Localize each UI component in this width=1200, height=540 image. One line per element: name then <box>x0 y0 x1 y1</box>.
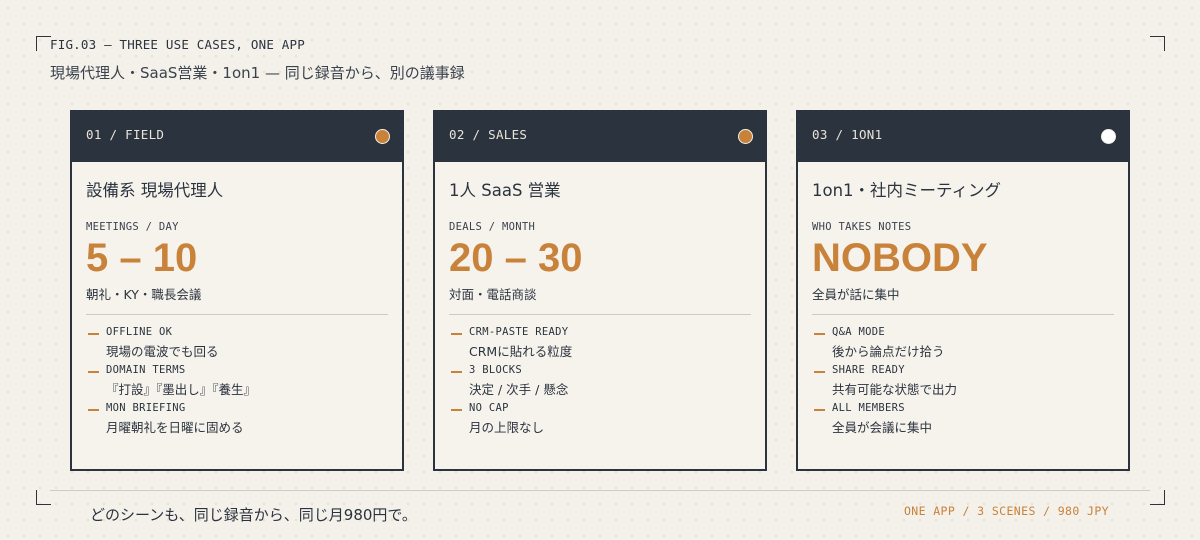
frame-corner-bottom-left <box>36 490 51 505</box>
card-tag: 03 / 1ON1 <box>812 127 883 142</box>
footer-divider <box>50 490 1150 491</box>
frame-corner-top-right <box>1150 36 1165 51</box>
feature-value: 全員が会議に集中 <box>832 420 933 435</box>
feature-value: 『打設』『墨出し』『養生』 <box>106 382 257 397</box>
feature-key: SHARE READY <box>832 364 905 376</box>
feature-value: CRMに貼れる粒度 <box>469 344 573 359</box>
card-title: 設備系 現場代理人 <box>86 181 224 200</box>
feature-item: OFFLINE OK 現場の電波でも回る <box>86 326 388 364</box>
feature-key: Q&A MODE <box>832 326 885 338</box>
feature-key: ALL MEMBERS <box>832 402 905 414</box>
feature-key: DOMAIN TERMS <box>106 364 186 376</box>
divider <box>812 314 1114 315</box>
feature-list: Q&A MODE 後から論点だけ拾う SHARE READY 共有可能な状態で出… <box>812 326 1114 440</box>
feature-list: OFFLINE OK 現場の電波でも回る DOMAIN TERMS 『打設』『墨… <box>86 326 388 440</box>
frame-corner-top-left <box>36 36 51 51</box>
status-dot-icon <box>738 129 753 144</box>
feature-item: DOMAIN TERMS 『打設』『墨出し』『養生』 <box>86 364 388 402</box>
feature-value: 月の上限なし <box>469 420 545 435</box>
dash-icon <box>88 333 99 335</box>
feature-item: SHARE READY 共有可能な状態で出力 <box>812 364 1114 402</box>
dash-icon <box>451 409 462 411</box>
card-header: 01 / FIELD <box>72 112 402 162</box>
metric-value: 20 – 30 <box>449 236 583 280</box>
card-header: 03 / 1ON1 <box>798 112 1128 162</box>
divider <box>86 314 388 315</box>
feature-item: Q&A MODE 後から論点だけ拾う <box>812 326 1114 364</box>
feature-item: ALL MEMBERS 全員が会議に集中 <box>812 402 1114 440</box>
metric-value: NOBODY <box>812 236 988 280</box>
feature-key: OFFLINE OK <box>106 326 173 338</box>
frame-corner-bottom-right <box>1150 490 1165 505</box>
dash-icon <box>814 371 825 373</box>
figure-title: 現場代理人・SaaS営業・1on1 — 同じ録音から、別の議事録 <box>50 64 465 82</box>
dash-icon <box>88 371 99 373</box>
card-tag: 02 / SALES <box>449 127 528 142</box>
feature-key: 3 BLOCKS <box>469 364 522 376</box>
divider <box>449 314 751 315</box>
use-case-card-1on1: 03 / 1ON1 1on1・社内ミーティング WHO TAKES NOTES … <box>796 110 1130 471</box>
feature-value: 現場の電波でも回る <box>106 344 219 359</box>
metric-label: MEETINGS / DAY <box>86 221 179 233</box>
feature-list: CRM-PASTE READY CRMに貼れる粒度 3 BLOCKS 決定 / … <box>449 326 751 440</box>
footer-summary: ONE APP / 3 SCENES / 980 JPY <box>903 504 1109 518</box>
feature-value: 決定 / 次手 / 懸念 <box>469 382 569 397</box>
use-case-card-sales: 02 / SALES 1人 SaaS 営業 DEALS / MONTH 20 –… <box>433 110 767 471</box>
metric-label: DEALS / MONTH <box>449 221 536 233</box>
dash-icon <box>451 371 462 373</box>
feature-item: CRM-PASTE READY CRMに貼れる粒度 <box>449 326 751 364</box>
feature-item: NO CAP 月の上限なし <box>449 402 751 440</box>
dash-icon <box>451 333 462 335</box>
card-title: 1on1・社内ミーティング <box>812 181 1002 200</box>
dash-icon <box>88 409 99 411</box>
feature-key: CRM-PASTE READY <box>469 326 569 338</box>
feature-item: MON BRIEFING 月曜朝礼を日曜に固める <box>86 402 388 440</box>
dash-icon <box>814 409 825 411</box>
feature-value: 後から論点だけ拾う <box>832 344 945 359</box>
feature-item: 3 BLOCKS 決定 / 次手 / 懸念 <box>449 364 751 402</box>
metric-value: 5 – 10 <box>86 236 198 280</box>
metric-label: WHO TAKES NOTES <box>812 221 912 233</box>
feature-value: 月曜朝礼を日曜に固める <box>106 420 244 435</box>
metric-subtitle: 対面・電話商談 <box>449 287 537 302</box>
dash-icon <box>814 333 825 335</box>
feature-key: NO CAP <box>469 402 509 414</box>
card-title: 1人 SaaS 営業 <box>449 181 561 200</box>
figure-label: FIG.03 — THREE USE CASES, ONE APP <box>50 37 305 52</box>
metric-subtitle: 全員が話に集中 <box>812 287 900 302</box>
use-case-card-field: 01 / FIELD 設備系 現場代理人 MEETINGS / DAY 5 – … <box>70 110 404 471</box>
footer-tagline: どのシーンも、同じ録音から、同じ月980円で。 <box>90 506 417 524</box>
card-tag: 01 / FIELD <box>86 127 165 142</box>
feature-key: MON BRIEFING <box>106 402 186 414</box>
status-dot-icon <box>1101 129 1116 144</box>
metric-subtitle: 朝礼・KY・職長会議 <box>86 287 202 302</box>
feature-value: 共有可能な状態で出力 <box>832 382 958 397</box>
status-dot-icon <box>375 129 390 144</box>
card-header: 02 / SALES <box>435 112 765 162</box>
